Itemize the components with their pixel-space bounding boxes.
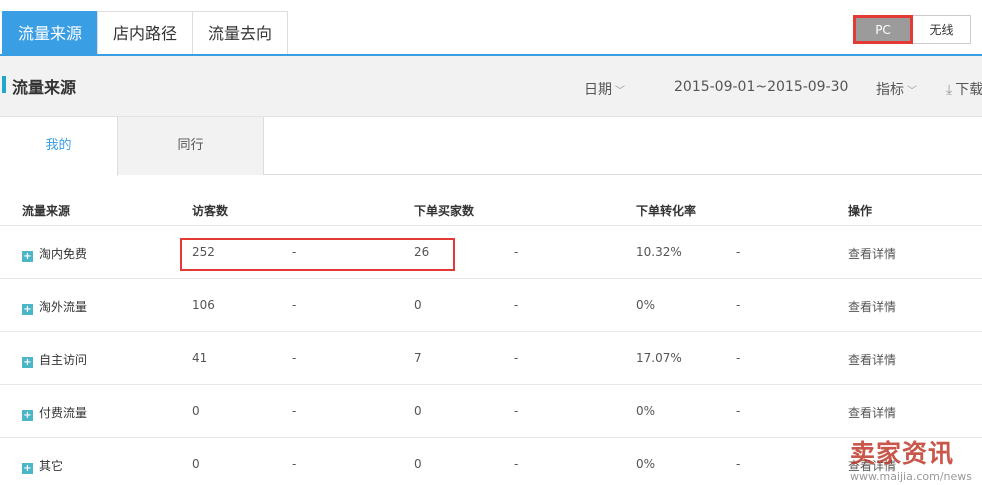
buyers-value: 0	[414, 404, 422, 418]
device-toggle: PC 无线	[853, 15, 971, 44]
row-source[interactable]: + 付费流量	[22, 404, 87, 421]
expand-icon[interactable]: +	[22, 463, 33, 474]
row-source[interactable]: + 淘外流量	[22, 298, 87, 315]
download-label: 下载	[955, 82, 982, 98]
buyers-value: 7	[414, 351, 422, 365]
view-details-link[interactable]: 查看详情	[848, 404, 896, 421]
row-source[interactable]: + 其它	[22, 457, 63, 474]
rate-value: 17.07%	[636, 351, 682, 365]
date-range[interactable]: 2015-09-01~2015-09-30	[674, 79, 848, 95]
table-row: + 淘外流量 106 - 0 - 0% - 查看详情	[0, 279, 982, 332]
rate-change: -	[736, 457, 741, 471]
tab-peers[interactable]: 同行	[118, 117, 264, 175]
tab-store-path[interactable]: 店内路径	[97, 11, 194, 55]
source-label: 其它	[39, 459, 64, 473]
metric-dropdown[interactable]: 指标 ﹀	[876, 79, 917, 99]
table-row: + 自主访问 41 - 7 - 17.07% - 查看详情	[0, 332, 982, 385]
rate-value: 0%	[636, 404, 656, 418]
download-icon: ⤓	[946, 82, 953, 98]
rate-value: 0%	[636, 457, 656, 471]
header-visitors: 访客数	[192, 204, 229, 218]
date-dropdown[interactable]: 日期 ﹀	[584, 79, 625, 99]
rate-change: -	[736, 245, 741, 259]
chevron-down-icon: ﹀	[615, 86, 625, 97]
buyers-value: 0	[414, 457, 422, 471]
download-button[interactable]: ⤓ 下载	[946, 79, 982, 99]
header-source: 流量来源	[22, 204, 71, 218]
row-source[interactable]: + 自主访问	[22, 351, 87, 368]
expand-icon[interactable]: +	[22, 357, 33, 368]
watermark-url: www.maijia.com/news	[850, 470, 973, 483]
tab-traffic-source[interactable]: 流量来源	[2, 11, 99, 55]
top-tab-bar: 流量来源 店内路径 流量去向	[2, 11, 289, 55]
tab-mine[interactable]: 我的	[0, 117, 118, 176]
pc-button[interactable]: PC	[853, 15, 913, 44]
section-header: 流量来源 日期 ﹀ 2015-09-01~2015-09-30 指标 ﹀ ⤓ 下载	[0, 56, 982, 117]
row-source[interactable]: + 淘内免费	[22, 245, 87, 262]
buyers-change: -	[514, 351, 519, 365]
source-label: 付费流量	[39, 406, 88, 420]
traffic-table: 流量来源 访客数 下单买家数 下单转化率 操作 + 淘内免费 252 - 26 -…	[0, 175, 982, 485]
visitors-change: -	[292, 404, 297, 418]
section-title: 流量来源	[12, 78, 77, 97]
tab-traffic-destination[interactable]: 流量去向	[192, 11, 289, 55]
buyers-change: -	[514, 245, 519, 259]
table-header: 流量来源 访客数 下单买家数 下单转化率 操作	[0, 175, 982, 226]
buyers-change: -	[514, 457, 519, 471]
expand-icon[interactable]: +	[22, 251, 33, 262]
view-details-link[interactable]: 查看详情	[848, 351, 896, 368]
view-details-link[interactable]: 查看详情	[848, 298, 896, 315]
sub-tab-bar: 我的 同行	[0, 117, 982, 176]
visitors-change: -	[292, 351, 297, 365]
visitors-value: 0	[192, 457, 200, 471]
rate-change: -	[736, 404, 741, 418]
rate-change: -	[736, 298, 741, 312]
highlight-box	[180, 238, 455, 271]
rate-value: 10.32%	[636, 245, 682, 259]
rate-value: 0%	[636, 298, 656, 312]
visitors-value: 41	[192, 351, 208, 365]
date-label: 日期	[584, 82, 612, 98]
view-details-link[interactable]: 查看详情	[848, 245, 896, 262]
buyers-value: 0	[414, 298, 422, 312]
buyers-change: -	[514, 404, 519, 418]
watermark: 卖家资讯 www.maijia.com/news	[850, 434, 982, 485]
chevron-down-icon: ﹀	[907, 86, 917, 97]
watermark-text: 卖家资讯	[850, 439, 955, 468]
buyers-change: -	[514, 298, 519, 312]
section-accent-bar	[2, 76, 6, 93]
visitors-value: 106	[192, 298, 215, 312]
source-label: 自主访问	[39, 353, 88, 367]
table-row: + 淘内免费 252 - 26 - 10.32% - 查看详情	[0, 226, 982, 279]
header-rate: 下单转化率	[636, 204, 697, 218]
expand-icon[interactable]: +	[22, 410, 33, 421]
metric-label: 指标	[876, 82, 904, 98]
source-label: 淘外流量	[39, 300, 88, 314]
table-row: + 付费流量 0 - 0 - 0% - 查看详情	[0, 385, 982, 438]
visitors-change: -	[292, 298, 297, 312]
visitors-value: 0	[192, 404, 200, 418]
wireless-button[interactable]: 无线	[913, 15, 971, 44]
visitors-change: -	[292, 457, 297, 471]
table-row: + 其它 0 - 0 - 0% - 查看详情	[0, 438, 982, 485]
expand-icon[interactable]: +	[22, 304, 33, 315]
header-buyers: 下单买家数	[414, 204, 475, 218]
source-label: 淘内免费	[39, 247, 88, 261]
header-action: 操作	[848, 204, 873, 218]
rate-change: -	[736, 351, 741, 365]
